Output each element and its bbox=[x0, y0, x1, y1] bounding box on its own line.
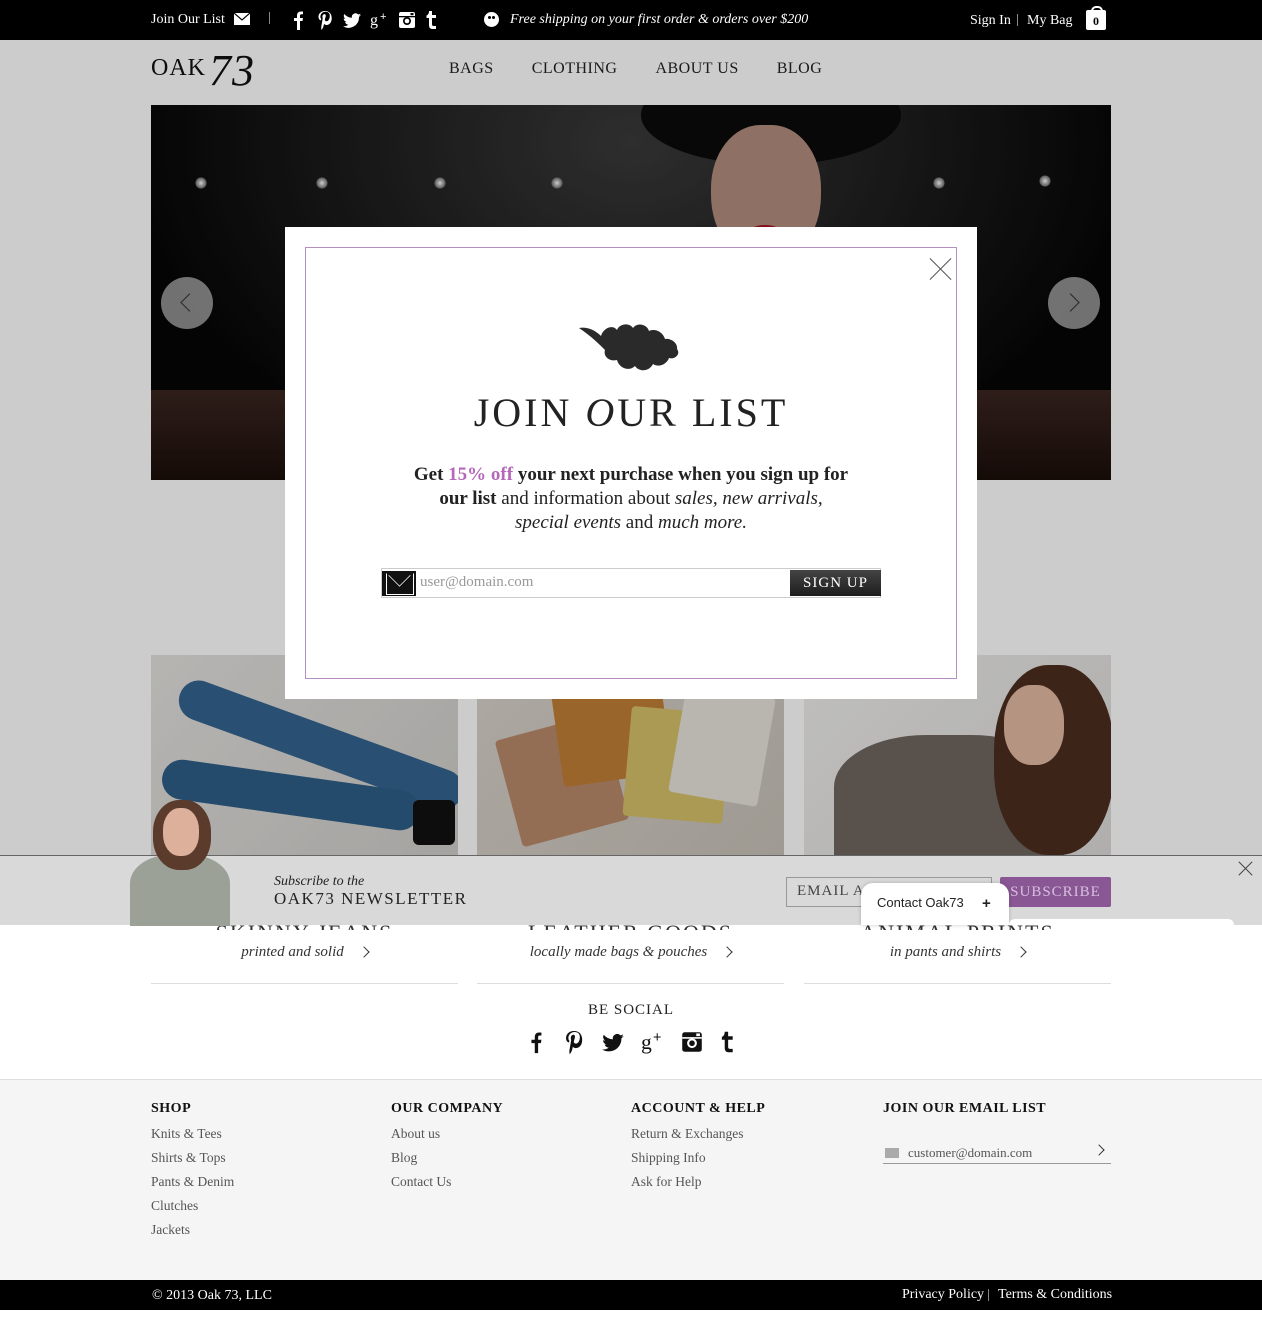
newsletter-strip: Subscribe to the OAK73 NEWSLETTER EMAIL … bbox=[0, 800, 1262, 926]
top-social-icons: g + bbox=[290, 10, 438, 30]
footer-heading: ACCOUNT & HELP bbox=[631, 1101, 766, 1116]
footer-link[interactable]: Shirts & Tops bbox=[151, 1146, 234, 1170]
tumblr-icon[interactable] bbox=[719, 1029, 735, 1055]
footer-link[interactable]: About us bbox=[391, 1122, 503, 1146]
privacy-policy-link[interactable]: Privacy Policy bbox=[902, 1287, 984, 1303]
bag-count: 0 bbox=[1093, 14, 1099, 28]
close-icon[interactable] bbox=[1238, 860, 1254, 876]
svg-text:+: + bbox=[380, 11, 386, 23]
footer-link[interactable]: Return & Exchanges bbox=[631, 1122, 765, 1146]
plus-icon[interactable]: + bbox=[982, 895, 991, 912]
bag-icon[interactable]: 0 bbox=[1086, 6, 1106, 30]
join-our-list-link[interactable]: Join Our List bbox=[151, 12, 225, 28]
social-icons: g + bbox=[0, 1029, 1262, 1055]
footer-help-column: ACCOUNT & HELP Return & Exchanges Shippi… bbox=[631, 1101, 765, 1194]
newsletter-line2: OAK73 NEWSLETTER bbox=[274, 889, 468, 908]
google-plus-icon[interactable]: g + bbox=[370, 10, 390, 30]
footer-email-submit-icon[interactable] bbox=[1093, 1144, 1105, 1156]
newsletter-model-image bbox=[125, 800, 235, 926]
mail-icon bbox=[885, 1148, 899, 1158]
pinterest-icon[interactable] bbox=[563, 1029, 585, 1055]
contact-widget-panel bbox=[1009, 919, 1234, 925]
modal-email-input[interactable]: user@domain.com bbox=[420, 574, 533, 591]
tile-caption[interactable]: LEATHER GOODS locally made bags & pouche… bbox=[477, 920, 784, 961]
footer-shop-column: SHOP Knits & Tees Shirts & Tops Pants & … bbox=[151, 1101, 234, 1242]
instagram-icon[interactable] bbox=[681, 1029, 703, 1055]
bottom-bar: © 2013 Oak 73, LLC Privacy Policy Terms … bbox=[0, 1280, 1262, 1310]
google-plus-icon[interactable]: g + bbox=[641, 1029, 665, 1055]
footer-email-column: JOIN OUR EMAIL LIST bbox=[883, 1101, 1046, 1122]
footer-email-placeholder[interactable]: customer@domain.com bbox=[908, 1145, 1032, 1161]
instagram-icon[interactable] bbox=[398, 10, 416, 30]
tile-caption[interactable]: ANIMAL PRINTS in pants and shirts bbox=[804, 920, 1111, 961]
sign-in-link[interactable]: Sign In bbox=[970, 13, 1011, 29]
svg-text:g: g bbox=[641, 1030, 652, 1054]
footer-heading: OUR COMPANY bbox=[391, 1101, 504, 1116]
footer-heading: SHOP bbox=[151, 1101, 192, 1116]
svg-text:g: g bbox=[370, 12, 378, 29]
footer-link[interactable]: Clutches bbox=[151, 1194, 234, 1218]
divider bbox=[269, 12, 270, 24]
modal-email-field[interactable]: user@domain.com SIGN UP bbox=[381, 568, 881, 598]
footer-company-column: OUR COMPANY About us Blog Contact Us bbox=[391, 1101, 503, 1194]
footer-link[interactable]: Pants & Denim bbox=[151, 1170, 234, 1194]
subscribe-button[interactable]: SUBSCRIBE bbox=[1000, 877, 1111, 907]
footer-link[interactable]: Ask for Help bbox=[631, 1170, 765, 1194]
mail-icon[interactable] bbox=[234, 13, 250, 25]
footer-link[interactable]: Shipping Info bbox=[631, 1146, 765, 1170]
join-list-modal: JOIN OUR LIST Get 15% off your next purc… bbox=[285, 227, 977, 699]
close-icon[interactable] bbox=[930, 258, 952, 280]
divider bbox=[477, 983, 784, 984]
pinterest-icon[interactable] bbox=[316, 10, 334, 30]
tile-caption[interactable]: SKINNY JEANS printed and solid bbox=[151, 920, 458, 961]
terms-link[interactable]: Terms & Conditions bbox=[998, 1287, 1112, 1303]
oak-leaf-icon bbox=[579, 324, 679, 371]
be-social-section: BE SOCIAL g + bbox=[0, 1002, 1262, 1055]
divider bbox=[988, 1289, 989, 1301]
newsletter-line1: Subscribe to the bbox=[274, 874, 365, 889]
tile-subtitle[interactable]: in pants and shirts bbox=[804, 944, 1111, 961]
svg-text:+: + bbox=[653, 1030, 661, 1046]
shipping-icon bbox=[484, 12, 499, 27]
footer-email-field[interactable]: customer@domain.com bbox=[883, 1142, 1111, 1164]
footer-link[interactable]: Jackets bbox=[151, 1218, 234, 1242]
footer: SHOP Knits & Tees Shirts & Tops Pants & … bbox=[0, 1079, 1262, 1280]
divider bbox=[151, 983, 458, 984]
sign-up-button[interactable]: SIGN UP bbox=[790, 570, 881, 596]
contact-label[interactable]: Contact Oak73 bbox=[877, 895, 964, 910]
tile-subtitle[interactable]: locally made bags & pouches bbox=[477, 944, 784, 961]
footer-link[interactable]: Blog bbox=[391, 1146, 503, 1170]
divider bbox=[804, 983, 1111, 984]
footer-heading: JOIN OUR EMAIL LIST bbox=[883, 1101, 1047, 1116]
facebook-icon[interactable] bbox=[527, 1029, 547, 1055]
facebook-icon[interactable] bbox=[290, 10, 308, 30]
modal-title: JOIN OUR LIST bbox=[473, 390, 789, 435]
modal-copy: Get 15% off your next purchase when you … bbox=[413, 464, 849, 533]
be-social-label: BE SOCIAL bbox=[587, 1002, 675, 1018]
footer-link[interactable]: Contact Us bbox=[391, 1170, 503, 1194]
shipping-message: Free shipping on your first order & orde… bbox=[510, 12, 809, 27]
contact-widget[interactable]: Contact Oak73 + bbox=[861, 883, 1009, 925]
copyright: © 2013 Oak 73, LLC bbox=[152, 1288, 272, 1303]
twitter-icon[interactable] bbox=[601, 1029, 625, 1055]
envelope-icon bbox=[382, 571, 416, 596]
footer-link[interactable]: Knits & Tees bbox=[151, 1122, 234, 1146]
top-bar: Join Our List g + Free shipping on your f… bbox=[0, 0, 1262, 40]
tile-subtitle[interactable]: printed and solid bbox=[151, 944, 458, 961]
tumblr-icon[interactable] bbox=[424, 10, 438, 30]
divider bbox=[1017, 14, 1018, 26]
twitter-icon[interactable] bbox=[342, 10, 362, 30]
my-bag-link[interactable]: My Bag bbox=[1027, 13, 1073, 29]
